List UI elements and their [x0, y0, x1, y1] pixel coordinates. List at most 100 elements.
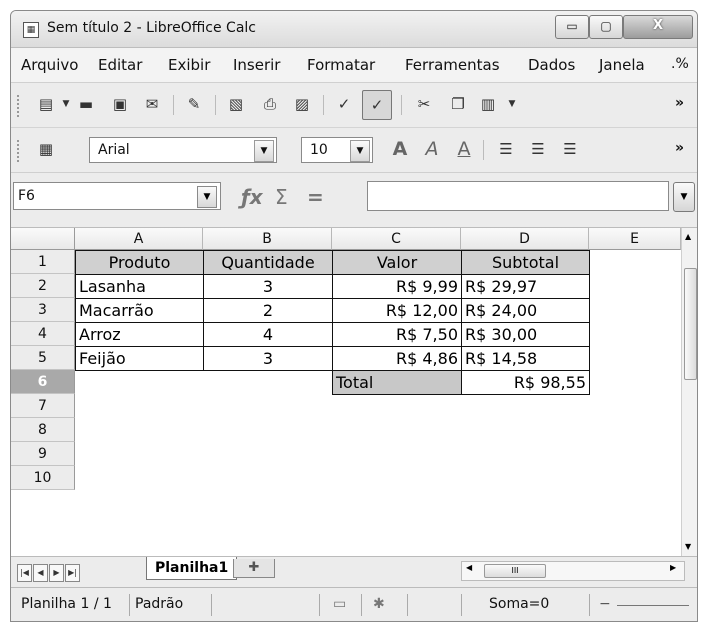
- styles-icon[interactable]: ▦: [35, 138, 57, 160]
- row-header-4[interactable]: 4: [11, 322, 75, 346]
- vertical-scrollbar[interactable]: ▲ ▼: [681, 228, 697, 556]
- row-header-5[interactable]: 5: [11, 346, 75, 370]
- horizontal-scrollbar[interactable]: ◀ III ▶: [461, 561, 685, 581]
- bold-icon[interactable]: A: [389, 138, 411, 160]
- menu-arquivo[interactable]: Arquivo: [21, 56, 78, 74]
- chevron-down-icon[interactable]: ▼: [350, 140, 370, 162]
- copy-icon[interactable]: ❐: [447, 93, 469, 115]
- align-center-icon[interactable]: ☰: [527, 138, 549, 160]
- zoom-out-icon[interactable]: −: [599, 596, 611, 612]
- cell-b1[interactable]: Quantidade: [203, 250, 333, 275]
- menu-more[interactable]: .%: [671, 56, 689, 72]
- paste-dropdown-icon[interactable]: ▼: [501, 93, 523, 115]
- next-sheet-icon[interactable]: ▶: [49, 564, 64, 582]
- cut-icon[interactable]: ✂: [413, 93, 435, 115]
- menu-exibir[interactable]: Exibir: [168, 56, 210, 74]
- row-header-8[interactable]: 8: [11, 418, 75, 442]
- scroll-down-icon[interactable]: ▼: [685, 542, 691, 551]
- total-label-cell[interactable]: Total: [332, 370, 462, 395]
- print-icon[interactable]: ⎙: [259, 93, 281, 115]
- chevron-down-icon[interactable]: ▼: [254, 140, 274, 162]
- scroll-left-icon[interactable]: ◀: [466, 563, 472, 572]
- spellcheck-icon[interactable]: ✓: [333, 93, 355, 115]
- expand-formula-icon[interactable]: ▼: [673, 182, 695, 212]
- document-modified-icon[interactable]: ✱: [373, 596, 385, 612]
- cell-c5[interactable]: R$ 4,86: [332, 346, 462, 371]
- menu-ferramentas[interactable]: Ferramentas: [405, 56, 500, 74]
- vertical-scroll-thumb[interactable]: [684, 268, 697, 380]
- column-header-b[interactable]: B: [203, 228, 332, 250]
- spreadsheet-grid[interactable]: A B C D E 1 2 3 4 5 6 7 8 9 10 Produto Q…: [11, 228, 681, 556]
- prev-sheet-icon[interactable]: ◀: [33, 564, 48, 582]
- print-preview-icon[interactable]: ▨: [291, 93, 313, 115]
- name-box[interactable]: F6 ▼: [13, 182, 221, 210]
- new-document-icon[interactable]: ▤: [35, 93, 57, 115]
- menu-dados[interactable]: Dados: [528, 56, 575, 74]
- cell-c1[interactable]: Valor: [332, 250, 462, 275]
- toolbar-overflow-icon[interactable]: »: [675, 95, 684, 111]
- cell-a2[interactable]: Lasanha: [75, 274, 204, 299]
- minimize-button[interactable]: ▭: [555, 15, 589, 39]
- font-size-combo[interactable]: 10 ▼: [301, 137, 373, 163]
- formula-input[interactable]: [367, 181, 669, 211]
- cell-a1[interactable]: Produto: [75, 250, 204, 275]
- row-header-2[interactable]: 2: [11, 274, 75, 298]
- last-sheet-icon[interactable]: ▶|: [65, 564, 80, 582]
- select-all-corner[interactable]: [11, 228, 75, 250]
- chevron-down-icon[interactable]: ▼: [197, 186, 217, 208]
- horizontal-scroll-thumb[interactable]: III: [484, 564, 546, 578]
- save-icon[interactable]: ▣: [109, 93, 131, 115]
- edit-mode-icon[interactable]: ✎: [183, 93, 205, 115]
- autospellcheck-icon[interactable]: ✓: [362, 90, 392, 120]
- row-header-7[interactable]: 7: [11, 394, 75, 418]
- row-header-9[interactable]: 9: [11, 442, 75, 466]
- dropdown-arrow-icon[interactable]: ▼: [55, 93, 77, 115]
- cell-c3[interactable]: R$ 12,00: [332, 298, 462, 323]
- email-icon[interactable]: ✉: [141, 93, 163, 115]
- align-right-icon[interactable]: ☰: [559, 138, 581, 160]
- app-icon[interactable]: ▦: [23, 22, 39, 38]
- paste-icon[interactable]: ▥: [477, 93, 499, 115]
- scroll-up-icon[interactable]: ▲: [685, 232, 691, 241]
- menu-janela[interactable]: Janela: [599, 56, 645, 74]
- sum-icon[interactable]: Σ: [275, 185, 288, 209]
- open-folder-icon[interactable]: ▬: [75, 93, 97, 115]
- cell-d3[interactable]: R$ 24,00: [461, 298, 590, 323]
- export-pdf-icon[interactable]: ▧: [225, 93, 247, 115]
- cell-c4[interactable]: R$ 7,50: [332, 322, 462, 347]
- page-style[interactable]: Padrão: [135, 596, 183, 612]
- menu-formatar[interactable]: Formatar: [307, 56, 375, 74]
- row-header-3[interactable]: 3: [11, 298, 75, 322]
- function-wizard-icon[interactable]: ƒx: [241, 185, 263, 209]
- cell-b5[interactable]: 3: [203, 346, 333, 371]
- tab-planilha1[interactable]: Planilha1: [146, 557, 238, 580]
- toolbar-overflow-icon[interactable]: »: [675, 140, 684, 156]
- column-header-e[interactable]: E: [589, 228, 681, 250]
- menu-inserir[interactable]: Inserir: [233, 56, 280, 74]
- total-value-cell[interactable]: R$ 98,55: [461, 370, 590, 395]
- cell-a4[interactable]: Arroz: [75, 322, 204, 347]
- column-header-d[interactable]: D: [461, 228, 589, 250]
- toolbar-grip[interactable]: [17, 95, 22, 117]
- cell-a5[interactable]: Feijão: [75, 346, 204, 371]
- row-header-6[interactable]: 6: [11, 370, 75, 394]
- toolbar-grip[interactable]: [17, 140, 22, 162]
- selection-mode-icon[interactable]: ▭: [333, 596, 346, 612]
- cell-d1[interactable]: Subtotal: [461, 250, 590, 275]
- cell-b3[interactable]: 2: [203, 298, 333, 323]
- cell-c2[interactable]: R$ 9,99: [332, 274, 462, 299]
- formula-icon[interactable]: =: [307, 185, 324, 209]
- row-header-1[interactable]: 1: [11, 250, 75, 274]
- cell-d5[interactable]: R$ 14,58: [461, 346, 590, 371]
- column-header-a[interactable]: A: [75, 228, 203, 250]
- underline-icon[interactable]: A: [453, 138, 475, 160]
- maximize-button[interactable]: ▢: [589, 15, 623, 39]
- cell-b4[interactable]: 4: [203, 322, 333, 347]
- cell-a3[interactable]: Macarrão: [75, 298, 204, 323]
- cell-d2[interactable]: R$ 29,97: [461, 274, 590, 299]
- cell-d4[interactable]: R$ 30,00: [461, 322, 590, 347]
- close-button[interactable]: X: [623, 15, 693, 39]
- scroll-right-icon[interactable]: ▶: [670, 563, 676, 572]
- cell-b2[interactable]: 3: [203, 274, 333, 299]
- font-name-combo[interactable]: Arial ▼: [89, 137, 277, 163]
